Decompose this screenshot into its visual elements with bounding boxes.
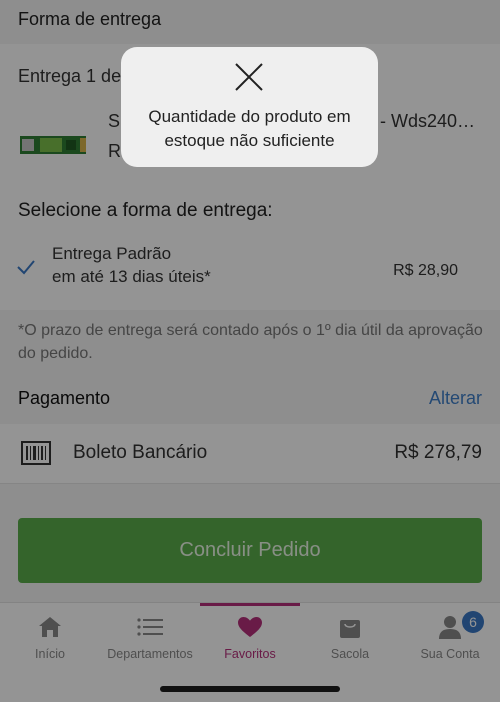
stock-alert-toast: Quantidade do produto em estoque não suf… <box>121 47 378 167</box>
home-indicator <box>160 686 340 692</box>
close-icon[interactable] <box>233 61 265 93</box>
stock-alert-message: Quantidade do produto em estoque não suf… <box>148 107 351 150</box>
